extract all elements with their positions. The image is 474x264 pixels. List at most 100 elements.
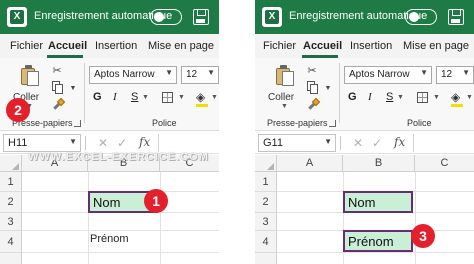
chevron-down-icon: ▼ — [281, 103, 288, 110]
font-name-select[interactable]: Aptos Narrow ▼ — [89, 66, 177, 84]
row-header-2[interactable]: 2 — [0, 192, 22, 213]
italic-button[interactable]: I — [113, 91, 117, 103]
row-header-1[interactable]: 1 — [0, 172, 22, 192]
cut-icon[interactable]: ✂ — [305, 64, 319, 78]
ribbon: Coller ▼ ✂ ▼ Presse-papiers Aptos Narrow… — [0, 58, 219, 131]
font-group-label: Police — [152, 118, 177, 128]
cell-b4[interactable]: Prénom — [90, 233, 129, 245]
borders-icon[interactable] — [162, 92, 173, 103]
column-header-c[interactable]: C — [415, 155, 474, 172]
paste-button[interactable]: Coller ▼ — [267, 62, 301, 110]
font-size-select[interactable]: 12 ▼ — [436, 66, 474, 84]
step-badge-3: 3 — [411, 224, 435, 248]
formula-divider — [340, 136, 341, 150]
ribbon-tabs: Fichier Accueil Insertion Mise en page — [0, 34, 219, 58]
save-icon[interactable] — [193, 9, 209, 25]
tab-mise-en-page[interactable]: Mise en page — [403, 40, 469, 52]
worksheet-grid: A B C 1 2 3 4 Nom Prénom — [0, 155, 219, 264]
tab-mise-en-page[interactable]: Mise en page — [148, 40, 214, 52]
chevron-down-icon[interactable]: ▼ — [466, 94, 473, 101]
formula-input[interactable] — [158, 134, 219, 152]
excel-window-right: X Enregistrement automatique Fichier Acc… — [255, 0, 474, 264]
row-header-5[interactable] — [255, 253, 277, 264]
row-header-4[interactable]: 4 — [0, 231, 22, 253]
copy-icon[interactable] — [50, 80, 64, 94]
row-header-3[interactable]: 3 — [255, 213, 277, 231]
chevron-down-icon[interactable]: ▼ — [178, 94, 185, 101]
font-size-select[interactable]: 12 ▼ — [181, 66, 219, 84]
excel-window-left: X Enregistrement automatique Fichier Acc… — [0, 0, 219, 264]
tab-accueil[interactable]: Accueil — [303, 40, 342, 52]
tab-accueil[interactable]: Accueil — [48, 40, 87, 52]
check-icon[interactable]: ✓ — [372, 136, 382, 150]
gridline — [22, 230, 219, 231]
tab-fichier[interactable]: Fichier — [10, 40, 43, 52]
format-painter-icon[interactable] — [50, 97, 66, 112]
chevron-down-icon[interactable]: ▼ — [66, 82, 80, 96]
chevron-down-icon[interactable]: ▼ — [397, 94, 404, 101]
excel-app-icon: X — [7, 7, 27, 27]
italic-button[interactable]: I — [368, 91, 372, 103]
fill-color-bar — [196, 104, 208, 107]
underline-button[interactable]: S — [131, 91, 138, 103]
chevron-down-icon[interactable]: ▼ — [433, 94, 440, 101]
dialog-launcher-icon[interactable] — [74, 120, 81, 127]
dialog-launcher-icon[interactable] — [329, 120, 336, 127]
save-icon[interactable] — [448, 9, 464, 25]
cell-b4-formatted[interactable]: Prénom — [343, 230, 413, 252]
underline-button[interactable]: S — [386, 91, 393, 103]
chevron-down-icon[interactable]: ▼ — [142, 94, 149, 101]
name-box[interactable]: G11 ▼ — [258, 134, 336, 152]
row-header-1[interactable]: 1 — [255, 172, 277, 192]
autosave-toggle[interactable] — [405, 9, 437, 25]
toggle-knob — [154, 12, 164, 22]
formula-bar: G11 ▼ ✕ ✓ fx — [255, 132, 474, 154]
font-size-value: 12 — [441, 69, 453, 80]
row-header-5[interactable] — [0, 253, 22, 264]
gridline — [160, 172, 161, 264]
group-divider — [84, 63, 85, 123]
cancel-icon[interactable]: ✕ — [353, 136, 363, 150]
name-box-value: H11 — [8, 137, 28, 149]
chevron-down-icon[interactable]: ▼ — [321, 82, 335, 96]
fill-color-icon[interactable]: ◈ — [451, 90, 460, 104]
tab-fichier[interactable]: Fichier — [263, 40, 296, 52]
chevron-down-icon: ▼ — [165, 68, 173, 77]
gridline — [88, 172, 89, 264]
chevron-down-icon: ▼ — [462, 68, 470, 77]
gridline — [415, 172, 416, 264]
cut-icon[interactable]: ✂ — [50, 64, 64, 78]
name-box[interactable]: H11 ▼ — [3, 134, 81, 152]
insert-function-button[interactable]: fx — [139, 135, 150, 149]
insert-function-button[interactable]: fx — [394, 135, 405, 149]
formula-input[interactable] — [413, 134, 474, 152]
step-badge-1: 1 — [144, 189, 168, 213]
select-all-corner[interactable] — [0, 155, 22, 172]
tab-insertion[interactable]: Insertion — [350, 40, 392, 52]
watermark: WWW.EXCEL-EXERCICE.COM — [28, 151, 209, 163]
cell-b2-formatted[interactable]: Nom — [343, 191, 413, 213]
title-bar: X Enregistrement automatique — [255, 0, 474, 34]
font-name-select[interactable]: Aptos Narrow ▼ — [344, 66, 432, 84]
row-header-4[interactable]: 4 — [255, 231, 277, 253]
borders-icon[interactable] — [417, 92, 428, 103]
font-size-value: 12 — [186, 69, 198, 80]
tab-insertion[interactable]: Insertion — [95, 40, 137, 52]
row-header-3[interactable]: 3 — [0, 213, 22, 231]
row-header-2[interactable]: 2 — [255, 192, 277, 213]
autosave-toggle[interactable] — [150, 9, 182, 25]
paste-icon — [19, 64, 39, 86]
check-icon[interactable]: ✓ — [117, 136, 127, 150]
format-painter-icon[interactable] — [305, 97, 321, 112]
bold-button[interactable]: G — [348, 91, 357, 103]
column-header-b[interactable]: B — [343, 155, 415, 172]
select-all-corner[interactable] — [255, 155, 277, 172]
copy-icon[interactable] — [305, 80, 319, 94]
formula-divider — [85, 136, 86, 150]
fill-color-icon[interactable]: ◈ — [196, 90, 205, 104]
worksheet-grid: A B C 1 2 3 4 Nom Prénom — [255, 155, 474, 264]
cancel-icon[interactable]: ✕ — [98, 136, 108, 150]
chevron-down-icon[interactable]: ▼ — [211, 94, 218, 101]
column-header-a[interactable]: A — [277, 155, 343, 172]
bold-button[interactable]: G — [93, 91, 102, 103]
